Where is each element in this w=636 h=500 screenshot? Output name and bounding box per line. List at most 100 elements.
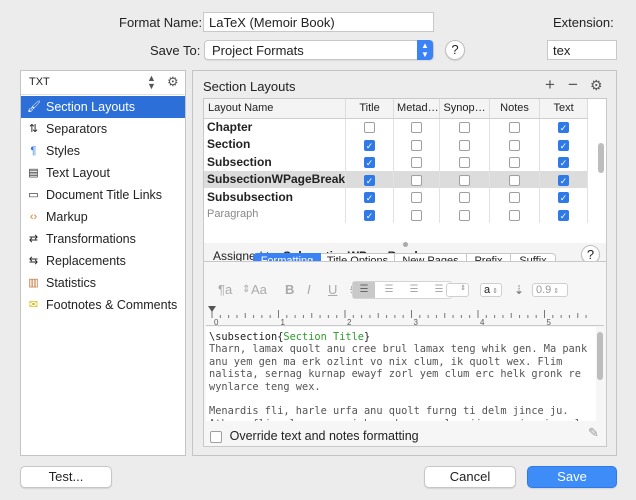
sidebar-item[interactable]: ⇆ Replacements [21, 250, 185, 272]
layout-checkbox[interactable]: ✓ [364, 192, 376, 204]
brush-icon: 🖌 [27, 101, 41, 113]
highlight-select[interactable]: ⇕ [446, 283, 469, 297]
layout-checkbox[interactable]: ✓ [558, 209, 570, 221]
save-button[interactable]: Save [527, 466, 617, 488]
table-row[interactable]: Chapter ✓ [204, 118, 589, 136]
layout-checkbox[interactable] [411, 192, 423, 204]
alignment-group: ☰ ☰ ☰ ☰ [352, 281, 452, 299]
layout-checkbox[interactable]: ✓ [364, 174, 376, 186]
layout-checkbox[interactable] [509, 192, 521, 204]
extension-label: Extension: [553, 15, 614, 30]
remove-icon[interactable]: − [568, 75, 578, 95]
ruler-label: 1 [281, 318, 286, 326]
layout-checkbox[interactable] [411, 122, 423, 134]
editor-line: Tharn, lamax quolt anu cree brul lamax t… [209, 343, 588, 356]
layout-checkbox[interactable] [411, 209, 423, 221]
add-icon[interactable]: + [545, 75, 555, 95]
sidebar-item[interactable]: ▤ Text Layout [21, 162, 185, 184]
sidebar-item[interactable]: ‹› Markup [21, 206, 185, 228]
sidebar-item-label: Styles [46, 144, 81, 158]
column-header[interactable]: Title [345, 99, 395, 119]
format-name-input[interactable]: LaTeX (Memoir Book) [203, 12, 434, 32]
underline-button[interactable]: U [328, 282, 337, 298]
help-button[interactable]: ? [445, 40, 465, 60]
layout-checkbox[interactable] [509, 209, 521, 221]
sidebar-item[interactable]: 🖌 Section Layouts [21, 96, 185, 118]
layout-checkbox[interactable] [459, 174, 471, 186]
override-checkbox[interactable] [210, 430, 222, 443]
extension-input[interactable]: tex [547, 40, 617, 60]
cancel-button[interactable]: Cancel [424, 466, 516, 488]
italic-button[interactable]: I [307, 282, 311, 298]
checkbox-cell: ✓ [539, 118, 589, 136]
ruler[interactable]: 0 1 2 3 4 5 [206, 304, 604, 327]
layout-checkbox[interactable]: ✓ [558, 122, 570, 134]
scrollbar[interactable] [597, 332, 603, 380]
layout-checkbox[interactable] [411, 139, 423, 151]
override-row[interactable]: Override text and notes formatting [210, 428, 419, 443]
split-handle[interactable] [403, 242, 408, 247]
checkbox-cell: ✓ [345, 188, 395, 206]
gear-icon[interactable]: ⚙ [167, 74, 179, 90]
layout-checkbox[interactable] [364, 122, 376, 134]
layout-checkbox[interactable]: ✓ [558, 157, 570, 169]
layout-checkbox[interactable]: ✓ [558, 192, 570, 204]
column-header[interactable]: Text [539, 99, 589, 119]
font-icon[interactable]: Aa [251, 282, 267, 298]
align-center-icon[interactable]: ☰ [378, 282, 400, 298]
sidebar-item[interactable]: ✉ Footnotes & Comments [21, 294, 185, 316]
paragraph-style-icon[interactable]: ¶a [218, 282, 232, 298]
ruler-label: 0 [214, 318, 219, 326]
sidebar-item[interactable]: ⇅ Separators [21, 118, 185, 140]
sidebar-item[interactable]: ▭ Document Title Links [21, 184, 185, 206]
layout-checkbox[interactable]: ✓ [364, 157, 376, 169]
table-row[interactable]: Paragraph ✓ ✓ [204, 205, 589, 223]
bold-button[interactable]: B [285, 282, 294, 298]
line-spacing-select[interactable]: 0.9 ⇕ [532, 283, 568, 297]
layout-checkbox[interactable] [509, 174, 521, 186]
table-row[interactable]: SubsectionWPageBreak ✓ ✓ [204, 170, 589, 188]
checkbox-cell [393, 135, 441, 153]
layout-checkbox[interactable] [509, 157, 521, 169]
layout-checkbox[interactable] [509, 139, 521, 151]
layout-checkbox[interactable] [459, 122, 471, 134]
layout-checkbox[interactable]: ✓ [364, 209, 376, 221]
layout-checkbox[interactable]: ✓ [558, 139, 570, 151]
layout-checkbox[interactable] [411, 157, 423, 169]
column-header[interactable]: Synop… [439, 99, 491, 119]
text-color-select[interactable]: a ⇕ [480, 283, 502, 297]
editor-text[interactable]: \subsection{Section Title} Tharn, lamax … [206, 327, 596, 421]
sidebar-item[interactable]: ▥ Statistics [21, 272, 185, 294]
test-button[interactable]: Test... [20, 466, 112, 488]
column-header[interactable]: Layout Name [204, 99, 347, 119]
layout-checkbox[interactable] [459, 139, 471, 151]
sidebar-item[interactable]: ⇄ Transformations [21, 228, 185, 250]
layout-checkbox[interactable] [459, 192, 471, 204]
column-header[interactable]: Notes [489, 99, 541, 119]
table-row[interactable]: Subsubsection ✓ ✓ [204, 188, 589, 206]
layout-checkbox[interactable]: ✓ [364, 139, 376, 151]
layout-checkbox[interactable] [459, 209, 471, 221]
note-icon: ✉ [28, 299, 39, 311]
save-to-label: Save To: [150, 43, 201, 58]
save-to-select[interactable]: Project Formats ▲ ▼ [204, 40, 434, 60]
scrollbar[interactable] [598, 143, 604, 173]
line-spacing-value: 0.9 [536, 284, 552, 296]
align-left-icon[interactable]: ☰ [353, 282, 375, 298]
align-right-icon[interactable]: ☰ [403, 282, 425, 298]
table-row[interactable]: Section ✓ ✓ [204, 135, 589, 153]
gear-icon[interactable]: ⚙ [590, 77, 603, 94]
layout-checkbox[interactable] [459, 157, 471, 169]
layout-checkbox[interactable] [411, 174, 423, 186]
layout-name: Paragraph [204, 205, 347, 223]
brush-icon[interactable]: ✎ [588, 425, 599, 441]
table-row[interactable]: Subsection ✓ ✓ [204, 153, 589, 171]
checkbox-cell [439, 205, 491, 223]
layout-checkbox[interactable] [509, 122, 521, 134]
layouts-table-scroll[interactable]: Layout Name Title Metad… Synop… Notes Text Ch… [204, 99, 606, 243]
layout-checkbox[interactable]: ✓ [558, 174, 570, 186]
sidebar-item[interactable]: ¶ Styles [21, 140, 185, 162]
column-header[interactable]: Metad… [393, 99, 441, 119]
sidebar-selector[interactable]: TXT ▲ ▼ ⚙ [21, 71, 185, 95]
